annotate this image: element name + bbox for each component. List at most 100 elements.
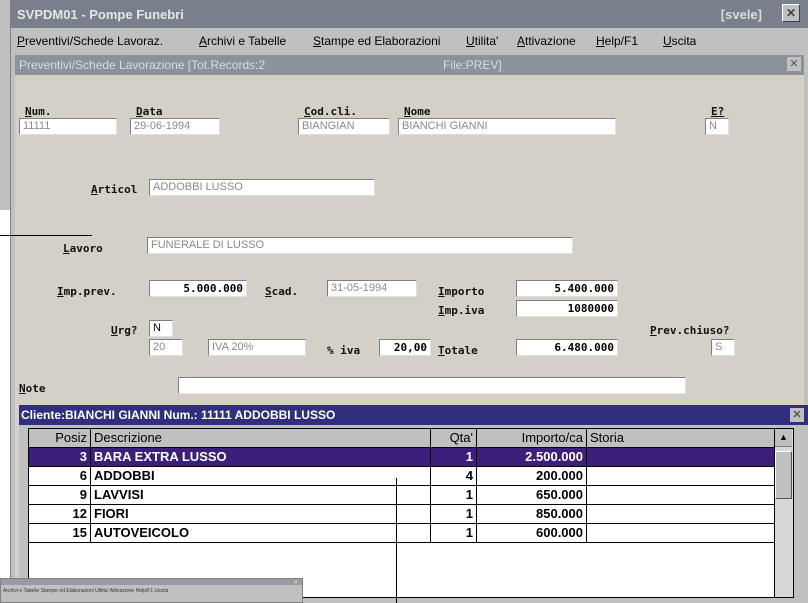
cell-importo: 600.000: [477, 524, 587, 542]
cell-qta: 1: [431, 524, 477, 542]
thumbnail-menu: Archivi e Tabelle Stampe ed Elaborazioni…: [3, 588, 169, 594]
lavoro-field[interactable]: FUNERALE DI LUSSO: [147, 237, 573, 254]
detail-close-icon[interactable]: ✕: [790, 408, 804, 422]
articol-label: Articol: [91, 183, 138, 196]
child-title: Preventivi/Schede Lavorazione [Tot.Recor…: [19, 58, 266, 72]
urg-label: Urg?: [111, 324, 138, 337]
menu-help[interactable]: Help/F1: [596, 34, 638, 48]
table-row[interactable]: 6 ADDOBBI 4 200.000: [29, 467, 775, 486]
impprev-label: Imp.prev.: [57, 285, 117, 298]
cell-descrizione: ADDOBBI: [91, 467, 431, 485]
cell-importo: 850.000: [477, 505, 587, 523]
piva-label: % iva: [327, 344, 361, 357]
col-descrizione[interactable]: Descrizione: [91, 429, 431, 447]
note-label: Note: [19, 382, 46, 395]
col-importo[interactable]: Importo/ca: [477, 429, 587, 447]
cell-qta: 1: [431, 448, 477, 466]
ep-label: E?: [711, 105, 725, 118]
data-label: Data: [136, 105, 163, 118]
thumbnail-title-bar: [1, 579, 302, 585]
child-title-bar: Preventivi/Schede Lavorazione [Tot.Recor…: [15, 55, 804, 75]
lavoro-label: Lavoro: [63, 242, 103, 255]
cell-importo: 200.000: [477, 467, 587, 485]
menu-archivi[interactable]: Archivi e Tabelle: [199, 34, 286, 48]
annotation-line-left: [0, 235, 92, 236]
table-row[interactable]: 15 AUTOVEICOLO 1 600.000: [29, 524, 775, 543]
importo-field[interactable]: 5.400.000: [516, 280, 618, 297]
scad-label: Scad.: [265, 285, 299, 298]
urg-field[interactable]: N: [149, 320, 173, 337]
detail-grid: Posiz Descrizione Qta' Importo/ca Storia…: [28, 428, 794, 598]
note-field[interactable]: [178, 377, 686, 394]
cell-storia: [587, 486, 775, 504]
thumbnail-close-icon[interactable]: ✕: [293, 579, 298, 586]
impprev-field[interactable]: 5.000.000: [149, 280, 247, 297]
impiva-label: Imp.iva: [438, 304, 485, 317]
totale-label: Totale: [438, 344, 478, 357]
importo-label: Importo: [438, 285, 485, 298]
codcli-field[interactable]: BIANGIAN: [298, 118, 390, 135]
table-row[interactable]: 3 BARA EXTRA LUSSO 1 2.500.000: [29, 448, 775, 467]
codcli-label: Cod.cli.: [304, 105, 357, 118]
cell-storia: [587, 448, 775, 466]
totale-field[interactable]: 6.480.000: [516, 339, 618, 356]
col-posiz[interactable]: Posiz: [29, 429, 91, 447]
scroll-up-icon[interactable]: ▲: [775, 429, 792, 447]
cell-storia: [587, 467, 775, 485]
cell-descrizione: AUTOVEICOLO: [91, 524, 431, 542]
col-qta[interactable]: Qta': [431, 429, 477, 447]
cell-storia: [587, 524, 775, 542]
grid-header: Posiz Descrizione Qta' Importo/ca Storia: [29, 429, 775, 448]
scad-field[interactable]: 31-05-1994: [327, 280, 417, 297]
detail-title-bar: Cliente:BIANCHI GIANNI Num.: 11111 ADDOB…: [19, 405, 808, 425]
nome-field[interactable]: BIANCHI GIANNI: [398, 118, 616, 135]
cell-descrizione: BARA EXTRA LUSSO: [91, 448, 431, 466]
nome-label: Nome: [404, 105, 431, 118]
menu-stampe[interactable]: Stampe ed Elaborazioni: [313, 34, 440, 48]
cell-qta: 4: [431, 467, 477, 485]
grid-scrollbar[interactable]: ▲: [774, 429, 793, 597]
child-file: File:PREV]: [443, 58, 502, 72]
iva-code-field[interactable]: 20: [149, 339, 183, 356]
menu-uscita[interactable]: Uscita: [663, 34, 696, 48]
cell-posiz: 9: [29, 486, 91, 504]
cell-posiz: 6: [29, 467, 91, 485]
data-field[interactable]: 29-06-1994: [130, 118, 220, 135]
child-close-icon[interactable]: ✕: [787, 57, 801, 71]
table-row[interactable]: 12 FIORI 1 850.000: [29, 505, 775, 524]
cell-qta: 1: [431, 486, 477, 504]
menu-utilita[interactable]: Utilita': [466, 34, 498, 48]
window-title: SVPDM01 - Pompe Funebri: [17, 7, 184, 22]
cell-importo: 650.000: [477, 486, 587, 504]
detail-title: Cliente:BIANCHI GIANNI Num.: 11111 ADDOB…: [21, 408, 336, 422]
cell-qta: 1: [431, 505, 477, 523]
menu-attivazione[interactable]: Attivazione: [517, 34, 576, 48]
num-field[interactable]: 11111: [19, 118, 117, 135]
cell-storia: [587, 505, 775, 523]
menu-bar: Preventivi/Schede Lavoraz. Archivi e Tab…: [11, 28, 808, 54]
background-window-thumbnail[interactable]: ✕ Archivi e Tabelle Stampe ed Elaborazio…: [0, 578, 303, 603]
prevchiuso-label: Prev.chiuso?: [650, 324, 730, 337]
close-icon[interactable]: ✕: [782, 4, 800, 22]
col-storia[interactable]: Storia: [587, 429, 775, 447]
title-bar: SVPDM01 - Pompe Funebri [svele] ✕: [11, 0, 808, 28]
num-label: Num.: [25, 105, 52, 118]
prevchiuso-field[interactable]: S: [711, 339, 735, 356]
cell-descrizione: LAVVISI: [91, 486, 431, 504]
impiva-field[interactable]: 1080000: [516, 300, 618, 317]
cell-posiz: 3: [29, 448, 91, 466]
table-row[interactable]: 9 LAVVISI 1 650.000: [29, 486, 775, 505]
background-window-edge: [0, 0, 10, 210]
ep-field[interactable]: N: [705, 118, 729, 135]
menu-preventivi[interactable]: Preventivi/Schede Lavoraz.: [17, 34, 163, 48]
cell-importo: 2.500.000: [477, 448, 587, 466]
cell-descrizione: FIORI: [91, 505, 431, 523]
detail-window: Cliente:BIANCHI GIANNI Num.: 11111 ADDOB…: [19, 405, 808, 603]
cell-posiz: 12: [29, 505, 91, 523]
system-label: [svele]: [720, 7, 762, 22]
scroll-thumb[interactable]: [775, 451, 792, 499]
cell-posiz: 15: [29, 524, 91, 542]
piva-field[interactable]: 20,00: [379, 339, 431, 356]
iva-desc-field[interactable]: IVA 20%: [208, 339, 306, 356]
articol-field[interactable]: ADDOBBI LUSSO: [149, 179, 375, 196]
